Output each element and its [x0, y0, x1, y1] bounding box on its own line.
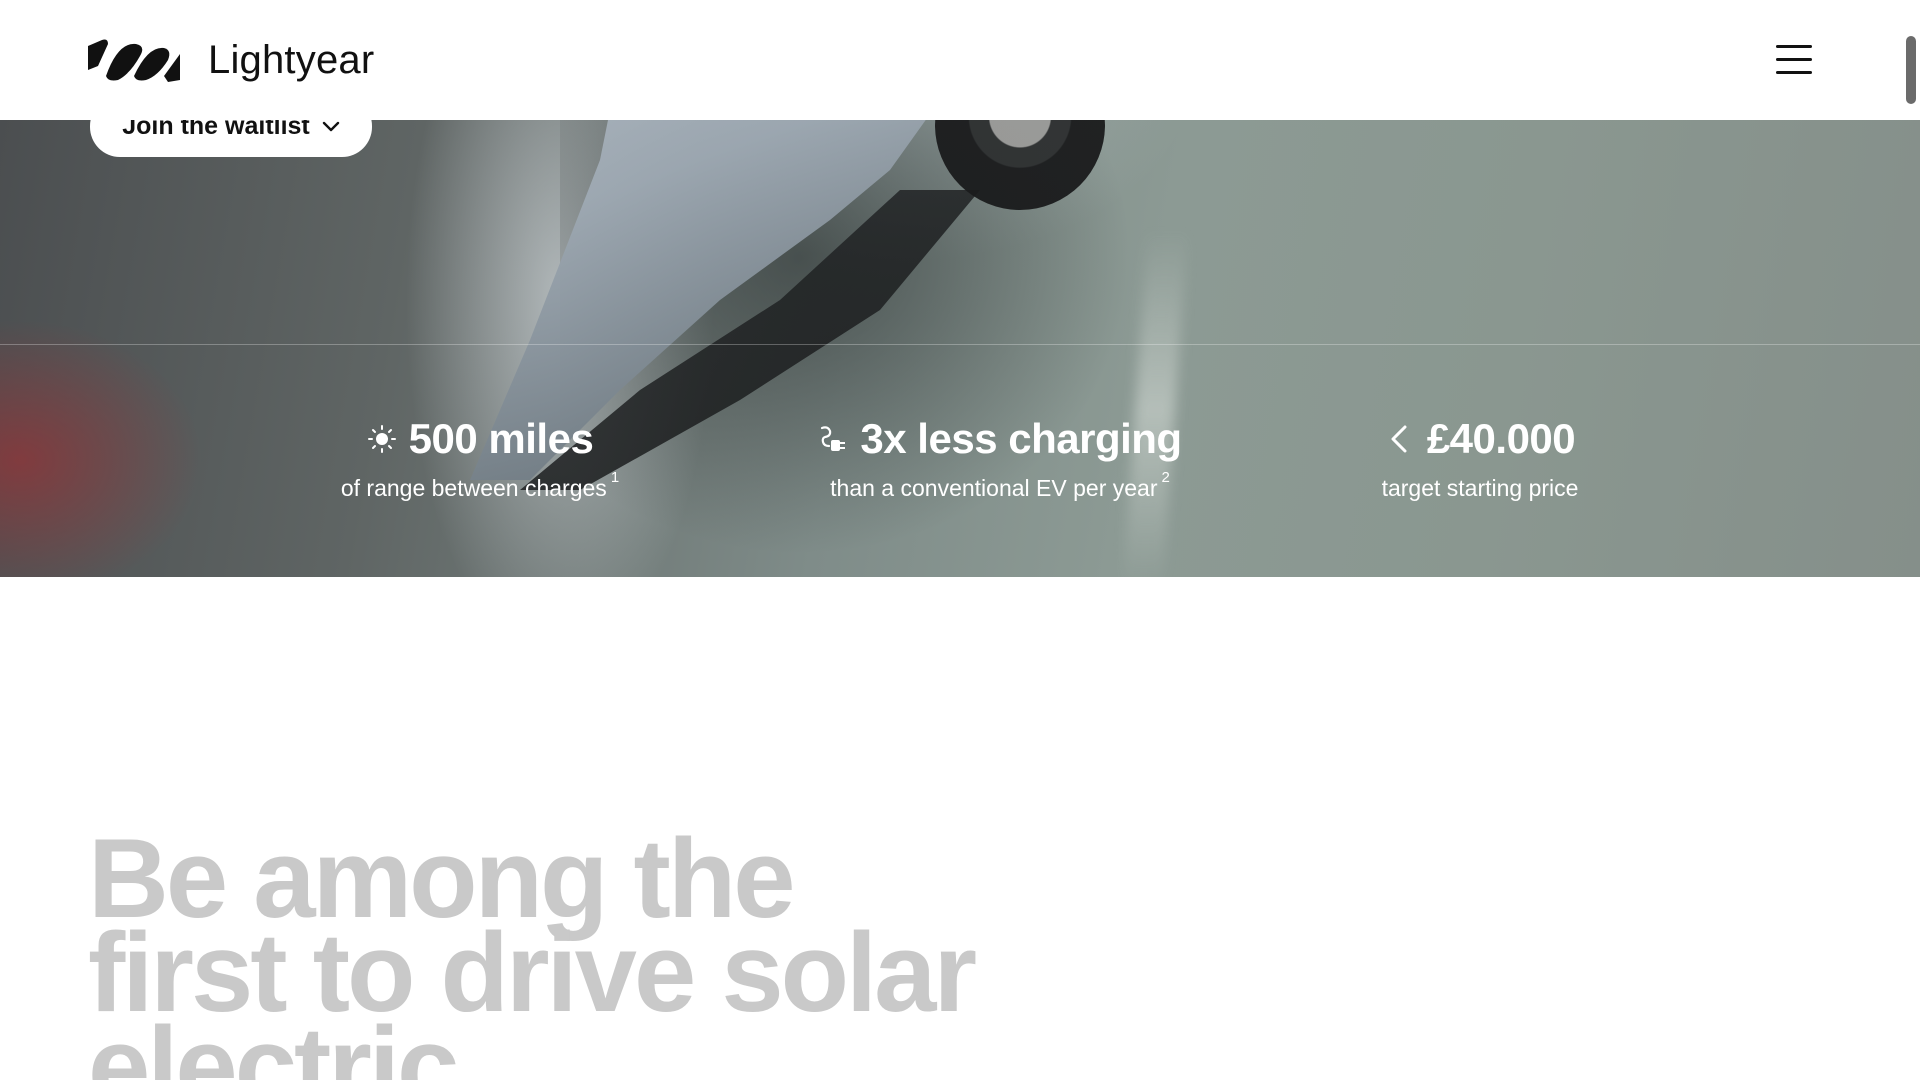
stat-value: £40.000	[1426, 415, 1576, 462]
page-headline: Be among the first to drive solar electr…	[88, 823, 1088, 1080]
hero-divider	[0, 344, 1920, 345]
chevron-left-icon	[1391, 425, 1407, 453]
footnote-marker[interactable]: 2	[1161, 469, 1169, 486]
stat-value: 3x less charging	[860, 415, 1182, 462]
menu-line	[1776, 71, 1812, 74]
stat-price: £40.000 target starting price	[1360, 415, 1600, 502]
page-scrollbar[interactable]	[1906, 36, 1916, 104]
stat-charging: 3x less charging than a conventional EV …	[810, 415, 1190, 502]
stat-value: 500 miles	[408, 415, 594, 462]
charging-plug-icon	[821, 426, 846, 451]
hamburger-menu-icon[interactable]	[1774, 43, 1814, 77]
top-navbar: Lightyear	[0, 0, 1920, 120]
menu-line	[1776, 58, 1812, 61]
chevron-down-icon	[322, 121, 339, 131]
footnote-marker[interactable]: 1	[611, 469, 619, 486]
stat-label: than a conventional EV per year	[830, 475, 1158, 501]
brand-name: Lightyear	[208, 37, 375, 82]
stat-label: of range between charges	[340, 475, 607, 501]
sun-icon	[367, 425, 396, 453]
stat-label: target starting price	[1381, 475, 1579, 501]
stat-range: 500 miles of range between charges 1	[330, 415, 630, 502]
brand-logo[interactable]: Lightyear	[88, 36, 374, 84]
lightyear-logo-icon	[88, 39, 180, 82]
menu-line	[1776, 45, 1812, 48]
